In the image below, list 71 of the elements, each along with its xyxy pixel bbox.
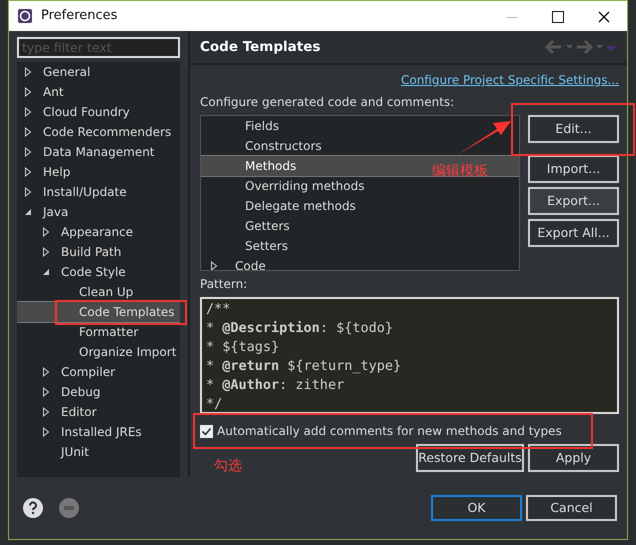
tree-item[interactable]: Help [43, 163, 70, 181]
tree-item[interactable]: Build Path [61, 243, 122, 261]
collapsed-icon[interactable] [42, 427, 50, 437]
collapsed-icon[interactable] [42, 367, 50, 377]
template-button[interactable]: Export All... [528, 219, 619, 247]
tree-item[interactable]: Code Style [61, 263, 126, 281]
checkbox[interactable] [200, 424, 213, 438]
tree-item[interactable]: Formatter [79, 323, 138, 341]
template-item[interactable]: Delegate methods [245, 197, 356, 215]
tree-item[interactable]: JUnit [61, 443, 89, 461]
code-line: *@return ${return_type} [206, 357, 402, 376]
template-item[interactable]: Overriding methods [245, 177, 365, 195]
tree-item[interactable]: Clean Up [79, 283, 134, 301]
tree-item[interactable]: Organize Import [79, 343, 176, 361]
code-line: /** [206, 300, 232, 319]
template-item[interactable]: Methods [245, 157, 296, 175]
tree-item[interactable]: Cloud Foundry [43, 103, 130, 121]
template-button[interactable]: Export... [528, 187, 619, 215]
tree-item[interactable]: Debug [61, 383, 100, 401]
expanded-icon[interactable] [24, 207, 32, 217]
template-item[interactable]: Getters [245, 217, 290, 235]
page-title: Code Templates [200, 38, 320, 57]
cancel-button[interactable]: Cancel [526, 495, 617, 521]
checkbox-label: Automatically add comments for new methods and types [217, 423, 562, 440]
tree-item[interactable]: Installed JREs [61, 423, 142, 441]
window-title: Preferences [41, 7, 118, 26]
collapsed-icon[interactable] [210, 261, 218, 270]
annotation-text: 编辑模板 [432, 162, 488, 181]
record-icon[interactable] [59, 498, 79, 518]
annotation-text: 勾选 [214, 457, 242, 476]
section-label: Configure generated code and comments: [200, 94, 456, 111]
tree-item[interactable]: Code Recommenders [43, 123, 172, 141]
code-line: */ [206, 395, 224, 414]
template-item[interactable]: Code [235, 257, 266, 270]
template-item[interactable]: Setters [245, 237, 288, 255]
collapsed-icon[interactable] [24, 147, 32, 157]
pattern-label: Pattern: [200, 276, 248, 293]
help-icon[interactable] [23, 498, 43, 518]
code-line: * ${tags} [206, 338, 280, 357]
pattern-editor[interactable]: /** *@Description: ${todo} * ${tags} *@return ${return_type} *@Author: zither */ [200, 297, 619, 414]
template-item[interactable]: Fields [245, 117, 279, 135]
app-icon [17, 8, 33, 24]
apply-button[interactable]: Apply [528, 444, 619, 472]
collapsed-icon[interactable] [24, 87, 32, 97]
tree-item[interactable]: Data Management [43, 143, 155, 161]
collapsed-icon[interactable] [24, 107, 32, 117]
collapsed-icon[interactable] [24, 67, 32, 77]
tree-item[interactable]: Appearance [61, 223, 134, 241]
tree-item[interactable]: Compiler [61, 363, 116, 381]
arrow [457, 119, 511, 156]
project-settings-link[interactable]: Configure Project Specific Settings... [400, 71, 619, 89]
tree-item[interactable]: Ant [43, 83, 64, 101]
tree-item[interactable]: Editor [61, 403, 97, 421]
code-line: *@Author: zither [206, 376, 346, 395]
expanded-icon[interactable] [42, 267, 50, 277]
collapsed-icon[interactable] [42, 387, 50, 397]
collapsed-icon[interactable] [24, 167, 32, 177]
collapsed-icon[interactable] [42, 227, 50, 237]
template-button[interactable]: Edit... [528, 115, 619, 143]
code-line: *@Description: ${todo} [206, 319, 394, 338]
collapsed-icon[interactable] [24, 187, 32, 197]
ok-button[interactable]: OK [431, 495, 522, 521]
tree-item[interactable]: Install/Update [43, 183, 127, 201]
collapsed-icon[interactable] [42, 247, 50, 257]
tree-item[interactable]: General [43, 63, 90, 81]
tree-item[interactable]: Java [43, 203, 68, 221]
template-item[interactable]: Constructors [245, 137, 322, 155]
template-button[interactable]: Import... [528, 155, 619, 183]
collapsed-icon[interactable] [42, 407, 50, 417]
restore-defaults-button[interactable]: Restore Defaults [416, 444, 524, 472]
collapsed-icon[interactable] [24, 127, 32, 137]
